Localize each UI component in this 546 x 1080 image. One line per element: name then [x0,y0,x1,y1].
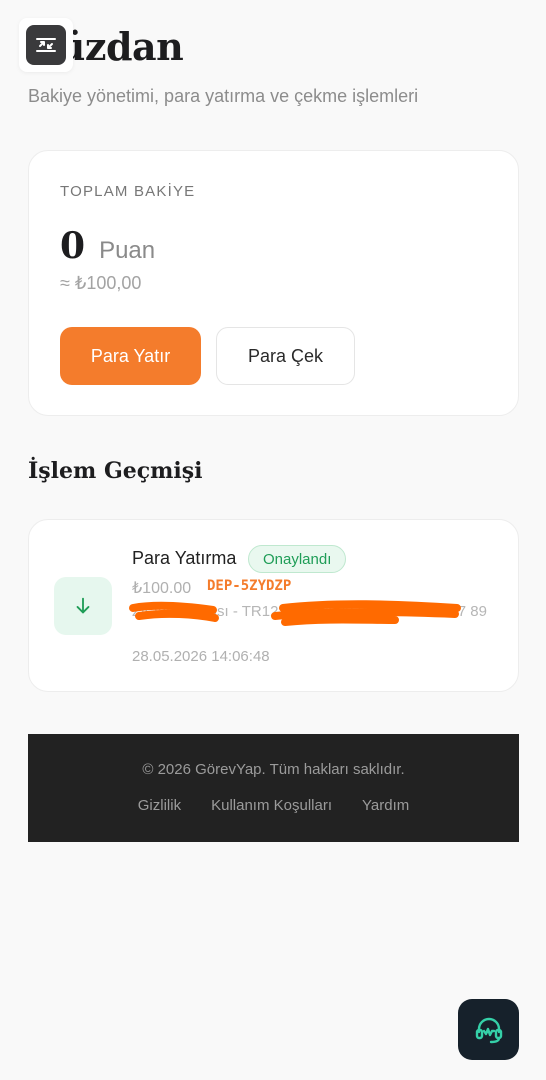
redaction-scribble [129,600,461,626]
arrow-down-icon [54,577,112,635]
withdraw-button[interactable]: Para Çek [216,327,355,385]
support-button[interactable] [458,999,519,1060]
balance-approx: ≈ ₺100,00 [60,273,142,293]
balance-row: 0 Puan [60,225,155,267]
footer-link-privacy[interactable]: Gizlilik [138,797,181,814]
transaction-amount: ₺100.00 [132,580,192,597]
transaction-item[interactable]: Para Yatırma Onaylandı ₺100.00 DEP-5ZYDZ… [28,519,519,692]
transaction-date: 28.05.2026 14:06:48 [132,648,270,665]
balance-card: TOPLAM BAKİYE 0 Puan ≈ ₺100,00 Para Yatı… [28,150,519,416]
balance-label: TOPLAM BAKİYE [60,183,196,200]
page-subtitle: Bakiye yönetimi, para yatırma ve çekme i… [28,86,419,106]
footer-link-terms[interactable]: Kullanım Koşulları [211,797,332,814]
wallet-page: Cüzdan Bakiye yönetimi, para yatırma ve … [0,0,546,1080]
headset-icon [475,1017,502,1043]
balance-amount: 0 [60,225,86,267]
status-badge: Onaylandı [248,545,347,573]
footer-link-help[interactable]: Yardım [362,797,409,814]
footer: © 2026 GörevYap. Tüm hakları saklıdır. G… [28,734,519,842]
transaction-title: Para Yatırma [132,548,237,568]
footer-links: Gizlilik Kullanım Koşulları Yardım [28,797,519,814]
copyright-text: © 2026 GörevYap. Tüm hakları saklıdır. [142,761,405,778]
deposit-button[interactable]: Para Yatır [60,327,201,385]
transaction-reference: DEP-5ZYDZP [207,578,292,594]
balance-unit: Puan [99,237,156,264]
history-title: İşlem Geçmişi [28,458,203,484]
collapse-arrows-icon [26,25,66,65]
floating-toggle-button[interactable] [19,18,73,72]
